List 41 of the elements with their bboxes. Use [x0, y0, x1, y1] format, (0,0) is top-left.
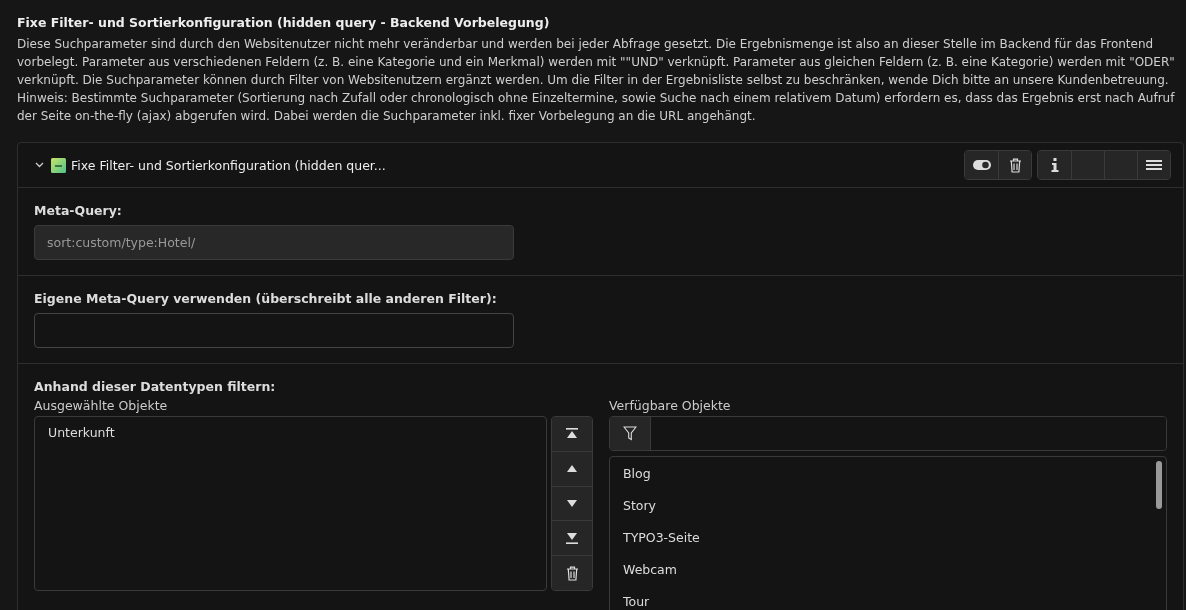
description-text: Diese Suchparameter sind durch den Websitenutzer nicht mehr veränderbar und werden bei jeder Abfrage gesetzt. Die Ergebnismenge ist also an dieser Stelle im Backend für das Frontend vorbelegt. Parameter aus verschiedenen Feldern (z. B. eine Kategorie und ein Merkmal) werden mit ""UND" verknüpft. Parameter aus gleichen Feldern (z. B. eine Kategorie) werden mit "ODER" verknüpft. Die Suchparameter können durch Filter von Websitenutzern ergänzt werden. Um die Filter in der Ergebnisliste selbst zu beschränken, wende Dich bitte an unsere Kundenbetreuung. Hinweis: Bestimmte Suchparameter (Sortierung nach Zufall oder chronologisch ohne Einzeltermine, sowie Suche nach einem relativem Datum) erfordern es, dass das Ergebnis erst nach Aufruf der Seite on-the-fly (ajax) abgerufen wird. Dabei werden die Suchparameter inkl. fixer Vorbelegung an die URL angehängt.: [17, 36, 1176, 125]
record-icon: [51, 157, 66, 173]
toggle-icon: [972, 160, 991, 170]
panel-title: Fixe Filter- und Sortierkonfiguration (hidden quer...: [71, 157, 386, 173]
list-label: Ausgewählte Objekte: [34, 398, 169, 413]
meta-query-field[interactable]: sort:custom/type:Hotel/: [34, 225, 514, 260]
trash-icon: [1008, 157, 1022, 173]
move-down-icon: [567, 500, 577, 507]
filter-icon: [623, 426, 637, 441]
list-item[interactable]: TYPO3-Seite: [623, 530, 1153, 562]
move-up-icon: [567, 465, 577, 473]
trash-icon: [565, 565, 579, 581]
available-list[interactable]: Blog Story TYPO3-Seite Webcam Tour: [609, 456, 1167, 610]
section-heading: Fixe Filter- und Sortierkonfiguration (hidden query - Backend Vorbelegung): [17, 15, 551, 30]
move-bottom-button[interactable]: [552, 520, 592, 556]
field-label: Eigene Meta-Query verwenden (überschreibt alle anderen Filter):: [34, 291, 498, 306]
selected-list[interactable]: Unterkunft: [34, 416, 547, 591]
remove-button[interactable]: [552, 555, 592, 590]
move-down-button[interactable]: [552, 485, 592, 521]
list-item[interactable]: Story: [623, 498, 1153, 530]
move-top-icon: [566, 428, 578, 440]
field-label: Anhand dieser Datentypen filtern:: [34, 379, 277, 394]
scrollbar[interactable]: [1156, 461, 1162, 509]
move-bottom-icon: [566, 532, 578, 544]
move-up-button[interactable]: [552, 450, 592, 486]
toggle-button[interactable]: [965, 151, 998, 179]
delete-button[interactable]: [998, 151, 1031, 179]
menu-icon: [1146, 160, 1162, 170]
field-label: Meta-Query:: [34, 203, 123, 218]
list-item[interactable]: Unterkunft: [48, 425, 533, 441]
menu-button[interactable]: [1137, 151, 1170, 179]
filter-field[interactable]: [609, 416, 1167, 451]
list-item[interactable]: Blog: [623, 466, 1153, 498]
move-top-button[interactable]: [552, 417, 592, 451]
list-item[interactable]: Webcam: [623, 562, 1153, 594]
list-label: Verfügbare Objekte: [609, 398, 732, 413]
chevron-icon: [35, 162, 44, 168]
list-item[interactable]: Tour: [623, 594, 1153, 610]
info-icon: [1050, 158, 1059, 172]
info-button[interactable]: [1038, 151, 1071, 179]
custom-query-field[interactable]: [34, 313, 514, 348]
